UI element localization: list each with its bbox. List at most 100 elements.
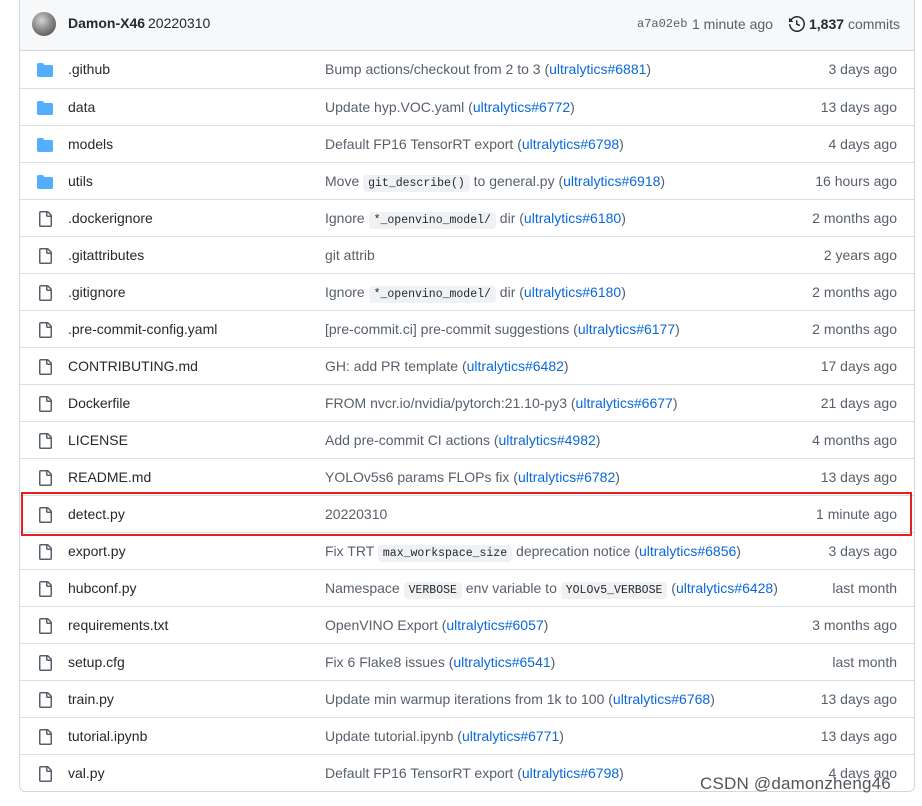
commit-message-text[interactable]: ) xyxy=(564,358,569,374)
commit-message-text[interactable]: Default FP16 TensorRT export ( xyxy=(325,136,522,152)
pr-link[interactable]: ultralytics#6482 xyxy=(467,358,564,374)
file-name-link[interactable]: setup.cfg xyxy=(68,654,125,670)
commit-message-text[interactable]: Add pre-commit CI actions ( xyxy=(325,432,499,448)
commit-message-text[interactable]: env variable to xyxy=(462,580,561,596)
pr-link[interactable]: ultralytics#6782 xyxy=(518,469,615,485)
pr-link[interactable]: ultralytics#6677 xyxy=(576,395,673,411)
commit-message-text[interactable]: FROM nvcr.io/nvidia/pytorch:21.10-py3 ( xyxy=(325,395,576,411)
folder-name-link[interactable]: data xyxy=(68,99,95,115)
commit-message-text[interactable]: Update hyp.VOC.yaml ( xyxy=(325,99,473,115)
commit-sha-link[interactable]: a7a02eb xyxy=(637,17,687,31)
file-row-gitattributes[interactable]: .gitattributes git attrib 2 years ago xyxy=(20,236,914,273)
folder-name-link[interactable]: .github xyxy=(68,61,110,77)
commit-message-text[interactable]: ) xyxy=(596,432,601,448)
file-name-link[interactable]: CONTRIBUTING.md xyxy=(68,358,198,374)
commit-message-text[interactable]: Move xyxy=(325,173,363,189)
commit-message-text[interactable]: OpenVINO Export ( xyxy=(325,617,446,633)
commit-message-text[interactable]: ) xyxy=(615,469,620,485)
commit-message-text[interactable]: Fix TRT xyxy=(325,543,378,559)
file-name-link[interactable]: requirements.txt xyxy=(68,617,168,633)
commit-message-text[interactable]: ) xyxy=(673,395,678,411)
pr-link[interactable]: ultralytics#6541 xyxy=(453,654,550,670)
file-name-link[interactable]: .pre-commit-config.yaml xyxy=(68,321,217,337)
pr-link[interactable]: ultralytics#6768 xyxy=(613,691,710,707)
file-name-link[interactable]: export.py xyxy=(68,543,126,559)
pr-link[interactable]: ultralytics#6772 xyxy=(473,99,570,115)
file-row-gitignore[interactable]: .gitignore Ignore *_openvino_model/ dir (… xyxy=(20,273,914,310)
commit-message-text[interactable]: ) xyxy=(570,99,575,115)
file-row-utils[interactable]: utils Move git_describe() to general.py (… xyxy=(20,162,914,199)
pr-link[interactable]: ultralytics#6057 xyxy=(446,617,543,633)
file-name-link[interactable]: .gitattributes xyxy=(68,247,144,263)
pr-link[interactable]: ultralytics#6798 xyxy=(522,136,619,152)
file-row-models[interactable]: models Default FP16 TensorRT export (ultr… xyxy=(20,125,914,162)
file-row-dockerignore[interactable]: .dockerignore Ignore *_openvino_model/ di… xyxy=(20,199,914,236)
commit-message-text[interactable]: git attrib xyxy=(325,247,375,263)
file-name-link[interactable]: Dockerfile xyxy=(68,395,130,411)
file-name-link[interactable]: tutorial.ipynb xyxy=(68,728,147,744)
commit-message-text[interactable]: ) xyxy=(621,210,626,226)
file-row-contributing-md[interactable]: CONTRIBUTING.md GH: add PR template (ultr… xyxy=(20,347,914,384)
commit-message-text[interactable]: [pre-commit.ci] pre-commit suggestions ( xyxy=(325,321,578,337)
commit-count-link[interactable]: 1,837 commits xyxy=(809,16,900,32)
pr-link[interactable]: ultralytics#6180 xyxy=(524,210,621,226)
file-row-license[interactable]: LICENSE Add pre-commit CI actions (ultral… xyxy=(20,421,914,458)
commit-message-text[interactable]: Fix 6 Flake8 issues ( xyxy=(325,654,453,670)
pr-link[interactable]: ultralytics#6881 xyxy=(549,61,646,77)
commit-message-text[interactable]: dir ( xyxy=(496,210,524,226)
commit-message-link[interactable]: 20220310 xyxy=(148,15,210,31)
commit-message-text[interactable]: ) xyxy=(675,321,680,337)
commit-message-text[interactable]: Ignore xyxy=(325,284,369,300)
commit-message-text[interactable]: YOLOv5s6 params FLOPs fix ( xyxy=(325,469,518,485)
file-row-readme-md[interactable]: README.md YOLOv5s6 params FLOPs fix (ultr… xyxy=(20,458,914,495)
commit-message-text[interactable]: dir ( xyxy=(496,284,524,300)
commit-message-text[interactable]: ) xyxy=(559,728,564,744)
commit-message-text[interactable]: GH: add PR template ( xyxy=(325,358,467,374)
file-name-link[interactable]: .dockerignore xyxy=(68,210,153,226)
file-row-train-py[interactable]: train.py Update min warmup iterations fro… xyxy=(20,680,914,717)
pr-link[interactable]: ultralytics#6180 xyxy=(524,284,621,300)
author-avatar[interactable] xyxy=(32,12,56,36)
commit-message-text[interactable]: to general.py ( xyxy=(470,173,564,189)
pr-link[interactable]: ultralytics#6918 xyxy=(563,173,660,189)
file-name-link[interactable]: .gitignore xyxy=(68,284,126,300)
commit-message-text[interactable]: Namespace xyxy=(325,580,404,596)
history-icon[interactable] xyxy=(789,16,805,32)
commit-message-text[interactable]: ) xyxy=(551,654,556,670)
commit-message-text[interactable]: ) xyxy=(710,691,715,707)
commit-message-text[interactable]: Ignore xyxy=(325,210,369,226)
commit-message-text[interactable]: Update tutorial.ipynb ( xyxy=(325,728,462,744)
commit-message-text[interactable]: ) xyxy=(619,765,624,781)
commit-message-text[interactable]: ( xyxy=(667,580,676,596)
pr-link[interactable]: ultralytics#6856 xyxy=(639,543,736,559)
file-row-tutorial-ipynb[interactable]: tutorial.ipynb Update tutorial.ipynb (ult… xyxy=(20,717,914,754)
commit-message-text[interactable]: ) xyxy=(660,173,665,189)
commit-author-link[interactable]: Damon-X46 xyxy=(68,15,145,31)
commit-message-text[interactable]: ) xyxy=(621,284,626,300)
commit-message-text[interactable]: ) xyxy=(773,580,778,596)
file-row-setup-cfg[interactable]: setup.cfg Fix 6 Flake8 issues (ultralytic… xyxy=(20,643,914,680)
commit-message-text[interactable]: deprecation notice ( xyxy=(512,543,639,559)
commit-message-text[interactable]: Default FP16 TensorRT export ( xyxy=(325,765,522,781)
pr-link[interactable]: ultralytics#6428 xyxy=(676,580,773,596)
folder-name-link[interactable]: utils xyxy=(68,173,93,189)
file-row-export-py[interactable]: export.py Fix TRT max_workspace_size depr… xyxy=(20,532,914,569)
file-row-data[interactable]: data Update hyp.VOC.yaml (ultralytics#677… xyxy=(20,88,914,125)
file-name-link[interactable]: LICENSE xyxy=(68,432,128,448)
file-name-link[interactable]: detect.py xyxy=(68,506,125,522)
pr-link[interactable]: ultralytics#4982 xyxy=(499,432,596,448)
file-row-github[interactable]: .github Bump actions/checkout from 2 to 3… xyxy=(20,51,914,88)
commit-message-text[interactable]: ) xyxy=(544,617,549,633)
commit-message-text[interactable]: ) xyxy=(736,543,741,559)
pr-link[interactable]: ultralytics#6177 xyxy=(578,321,675,337)
file-name-link[interactable]: hubconf.py xyxy=(68,580,137,596)
commit-message-text[interactable]: Update min warmup iterations from 1k to … xyxy=(325,691,613,707)
pr-link[interactable]: ultralytics#6798 xyxy=(522,765,619,781)
commit-message-text[interactable]: ) xyxy=(646,61,651,77)
pr-link[interactable]: ultralytics#6771 xyxy=(462,728,559,744)
commit-message-text[interactable]: ) xyxy=(619,136,624,152)
commit-message-text[interactable]: Bump actions/checkout from 2 to 3 ( xyxy=(325,61,549,77)
file-name-link[interactable]: README.md xyxy=(68,469,151,485)
folder-name-link[interactable]: models xyxy=(68,136,113,152)
file-row-dockerfile[interactable]: Dockerfile FROM nvcr.io/nvidia/pytorch:21… xyxy=(20,384,914,421)
